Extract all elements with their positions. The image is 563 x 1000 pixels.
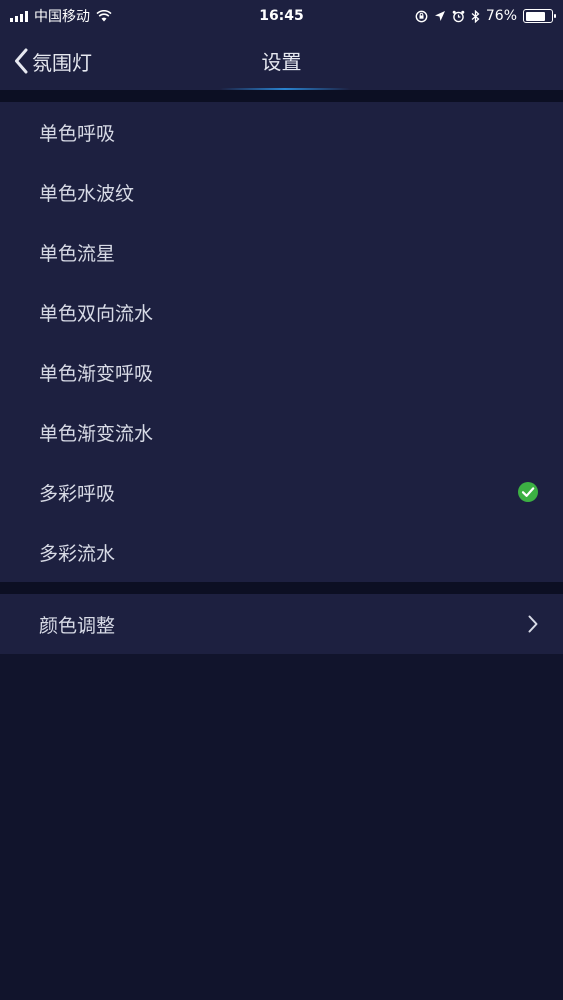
status-left: 中国移动	[10, 6, 112, 26]
mode-item-4[interactable]: 单色渐变呼吸	[0, 342, 563, 402]
nav-bar: 氛围灯 设置	[0, 32, 563, 90]
mode-label: 单色渐变流水	[39, 422, 154, 445]
mode-item-1[interactable]: 单色水波纹	[0, 162, 563, 222]
mode-label: 单色双向流水	[39, 302, 154, 325]
mode-item-3[interactable]: 单色双向流水	[0, 282, 563, 342]
color-adjust-row[interactable]: 颜色调整	[0, 594, 563, 654]
mode-list: 单色呼吸 单色水波纹 单色流星 单色双向流水 单色渐变呼吸 单色渐变流水 多彩呼…	[0, 102, 563, 582]
battery-icon	[523, 9, 556, 23]
mode-item-5[interactable]: 单色渐变流水	[0, 402, 563, 462]
alarm-icon	[452, 10, 465, 22]
page-title: 设置	[261, 50, 302, 74]
mode-label: 单色水波纹	[39, 182, 135, 205]
mode-item-2[interactable]: 单色流星	[0, 222, 563, 282]
mode-label: 单色流星	[39, 242, 116, 265]
location-icon	[434, 11, 445, 21]
bluetooth-icon	[471, 9, 480, 23]
lock-rotation-icon	[415, 10, 428, 22]
battery-fill	[525, 11, 545, 21]
mode-label: 多彩呼吸	[39, 482, 116, 505]
signal-icon	[10, 10, 28, 22]
battery-percent: 76%	[485, 8, 517, 24]
checkmark-icon	[518, 482, 538, 502]
mode-label: 单色渐变呼吸	[39, 362, 154, 385]
status-right: 76%	[415, 8, 556, 24]
settings-screen: 中国移动 16:45 76% 氛围灯 设置 单色呼吸 单色水波纹 单色流星 单色…	[0, 0, 563, 1000]
mode-item-0[interactable]: 单色呼吸	[0, 102, 563, 162]
wifi-icon	[96, 10, 112, 22]
mode-item-6[interactable]: 多彩呼吸	[0, 462, 563, 522]
mode-label: 多彩流水	[39, 542, 116, 565]
chevron-right-icon	[528, 615, 538, 633]
section-divider	[0, 90, 563, 102]
mode-item-7[interactable]: 多彩流水	[0, 522, 563, 582]
carrier-label: 中国移动	[34, 9, 90, 25]
status-bar: 中国移动 16:45 76%	[0, 0, 563, 32]
mode-label: 单色呼吸	[39, 122, 116, 145]
color-adjust-label: 颜色调整	[39, 614, 116, 637]
section-divider	[0, 582, 563, 594]
